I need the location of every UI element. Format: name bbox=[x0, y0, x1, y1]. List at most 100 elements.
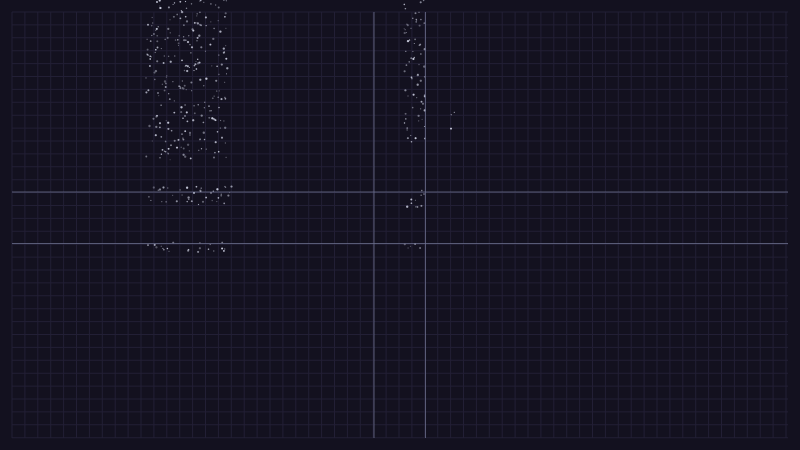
particle-left-column bbox=[179, 87, 182, 90]
particle-left-column bbox=[198, 149, 200, 151]
particle-left-band bbox=[150, 199, 152, 201]
particle-left-column bbox=[202, 121, 205, 124]
particle-left-column bbox=[181, 59, 183, 62]
particle-left-column bbox=[167, 27, 170, 30]
particle-left-column bbox=[202, 131, 205, 134]
particle-right-lower bbox=[409, 245, 412, 247]
particle-right-column bbox=[405, 50, 407, 52]
particle-left-column bbox=[199, 139, 201, 141]
particle-left-lower bbox=[162, 247, 164, 250]
particle-left-column bbox=[212, 156, 216, 159]
particle-left-column bbox=[167, 152, 170, 155]
particle-left-band bbox=[224, 185, 226, 188]
particle-left-column bbox=[146, 38, 148, 40]
particle-left-column bbox=[161, 148, 164, 151]
particle-left-column bbox=[224, 12, 227, 15]
particle-left-band bbox=[190, 200, 193, 203]
particle-right-column bbox=[419, 1, 422, 4]
particle-left-column bbox=[169, 19, 171, 21]
particle-left-column bbox=[184, 0, 187, 3]
particle-right-column bbox=[420, 108, 422, 110]
particle-left-lower bbox=[163, 249, 165, 251]
particle-left-column bbox=[177, 39, 179, 41]
particle-left-band bbox=[197, 203, 200, 206]
particle-left-band bbox=[201, 200, 205, 203]
particle-right-column bbox=[404, 29, 406, 31]
particle-left-column bbox=[195, 68, 198, 70]
particle-left-band bbox=[158, 188, 162, 191]
particle-right-column bbox=[405, 118, 407, 120]
particle-left-lower bbox=[187, 249, 190, 252]
particle-left-column bbox=[225, 156, 227, 159]
particle-left-band bbox=[216, 201, 218, 203]
particle-left-column bbox=[185, 64, 187, 67]
particle-left-column bbox=[193, 21, 196, 24]
particle-right-column bbox=[416, 73, 419, 76]
particle-left-lower bbox=[207, 248, 210, 250]
particle-left-column bbox=[154, 134, 157, 137]
particle-left-column bbox=[155, 27, 158, 30]
particle-left-column bbox=[188, 131, 192, 134]
particle-left-lower bbox=[166, 247, 169, 250]
particle-left-column bbox=[217, 150, 220, 153]
particle-right-band bbox=[421, 189, 423, 192]
particle-left-column bbox=[152, 32, 155, 36]
particle-left-column bbox=[223, 120, 225, 122]
particle-left-column bbox=[213, 118, 216, 121]
particle-left-column bbox=[147, 53, 149, 56]
particle-left-column bbox=[158, 95, 160, 97]
particle-right-column bbox=[403, 122, 406, 124]
particle-left-column bbox=[179, 0, 182, 3]
particle-left-column bbox=[182, 36, 185, 38]
particle-left-band bbox=[195, 185, 198, 188]
particle-left-column bbox=[157, 92, 159, 94]
particle-right-column bbox=[406, 39, 410, 43]
particle-left-column bbox=[189, 134, 191, 136]
particle-left-column bbox=[189, 43, 191, 46]
particle-left-column bbox=[159, 5, 161, 7]
particle-right-column bbox=[418, 120, 420, 122]
particle-left-lower bbox=[221, 247, 224, 250]
particle-left-column bbox=[180, 146, 182, 148]
particle-left-column bbox=[169, 32, 171, 34]
particle-left-column bbox=[146, 48, 149, 51]
particle-left-column bbox=[145, 155, 148, 158]
particle-left-band bbox=[205, 196, 208, 199]
particle-left-column bbox=[148, 124, 151, 128]
particle-right-column bbox=[410, 140, 413, 143]
particle-left-column bbox=[177, 42, 180, 45]
particle-right-column bbox=[404, 89, 407, 92]
particle-left-column bbox=[199, 23, 201, 26]
particle-left-column bbox=[154, 29, 157, 32]
particle-left-column bbox=[190, 46, 194, 49]
particle-left-column bbox=[189, 157, 192, 160]
particle-right-column bbox=[410, 57, 413, 60]
particle-left-column bbox=[156, 34, 159, 37]
particle-left-column bbox=[203, 138, 206, 141]
particle-right-lower bbox=[407, 247, 409, 249]
particle-left-column bbox=[199, 78, 202, 81]
particle-left-lower bbox=[213, 250, 215, 252]
particle-left-column bbox=[181, 87, 183, 89]
particle-right-column bbox=[404, 7, 407, 10]
particle-left-column bbox=[155, 0, 159, 4]
particle-left-column bbox=[225, 27, 227, 29]
particle-right-column bbox=[419, 43, 422, 46]
particle-left-lower bbox=[197, 250, 200, 253]
particle-left-band bbox=[181, 194, 183, 196]
particle-left-column bbox=[185, 111, 188, 114]
particle-left-column bbox=[167, 6, 170, 9]
particle-left-column bbox=[196, 62, 200, 65]
particle-right-band bbox=[410, 202, 413, 204]
particle-left-column bbox=[149, 40, 152, 42]
particle-left-column bbox=[186, 65, 189, 68]
particle-right-column bbox=[420, 53, 422, 55]
particle-right-band bbox=[410, 198, 413, 201]
particle-left-column bbox=[145, 77, 147, 79]
particle-left-column bbox=[172, 81, 174, 83]
particle-left-column bbox=[178, 44, 180, 46]
particle-right-lower bbox=[419, 247, 422, 249]
particle-left-column bbox=[204, 50, 206, 52]
particle-right-band bbox=[416, 206, 419, 208]
particle-left-column bbox=[220, 119, 222, 122]
